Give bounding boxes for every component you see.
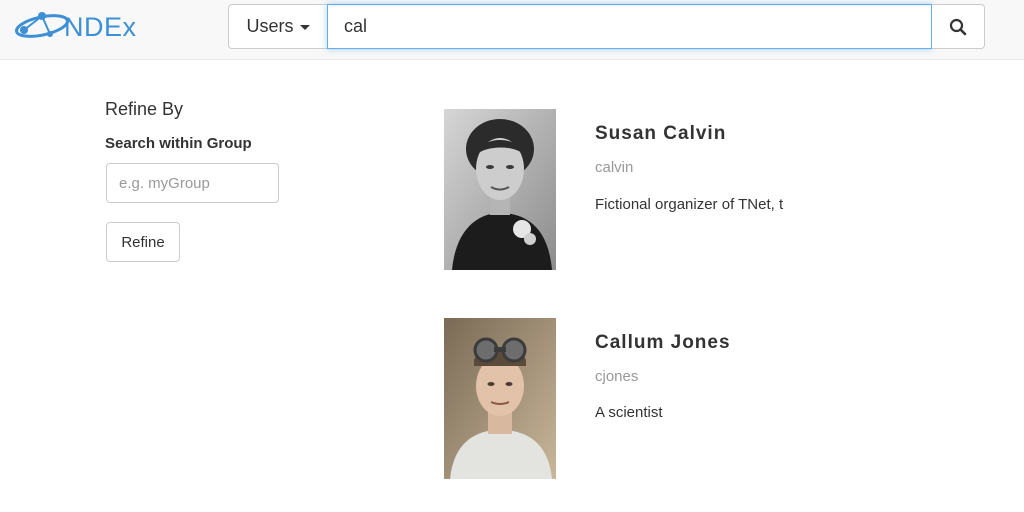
user-name-link[interactable]: Susan Calvin [595, 123, 726, 145]
user-avatar[interactable] [444, 318, 556, 479]
navbar: NDEx Users [0, 0, 1024, 60]
user-description: A scientist [595, 404, 663, 421]
group-filter-label: Search within Group [105, 135, 252, 152]
search-button[interactable] [932, 4, 985, 49]
search-input[interactable] [327, 4, 932, 49]
ndex-logo[interactable]: NDEx [14, 8, 164, 44]
refine-title: Refine By [105, 99, 184, 119]
logo-text: NDEx [64, 12, 137, 42]
refine-button[interactable]: Refine [106, 222, 180, 262]
group-filter-input[interactable] [106, 163, 279, 203]
user-username: cjones [595, 368, 639, 385]
user-name-link[interactable]: Callum Jones [595, 332, 731, 354]
search-icon [949, 18, 967, 35]
search-type-dropdown[interactable]: Users [228, 4, 327, 49]
user-description: Fictional organizer of TNet, t [595, 196, 784, 213]
user-username: calvin [595, 159, 634, 176]
user-avatar[interactable] [444, 109, 556, 270]
user-result: Susan Calvin calvin Fictional organizer … [444, 109, 924, 271]
user-result: Callum Jones cjones A scientist [444, 318, 924, 480]
search-type-label: Users [246, 16, 294, 36]
search-bar: Users [228, 4, 985, 49]
caret-down-icon [299, 25, 310, 30]
